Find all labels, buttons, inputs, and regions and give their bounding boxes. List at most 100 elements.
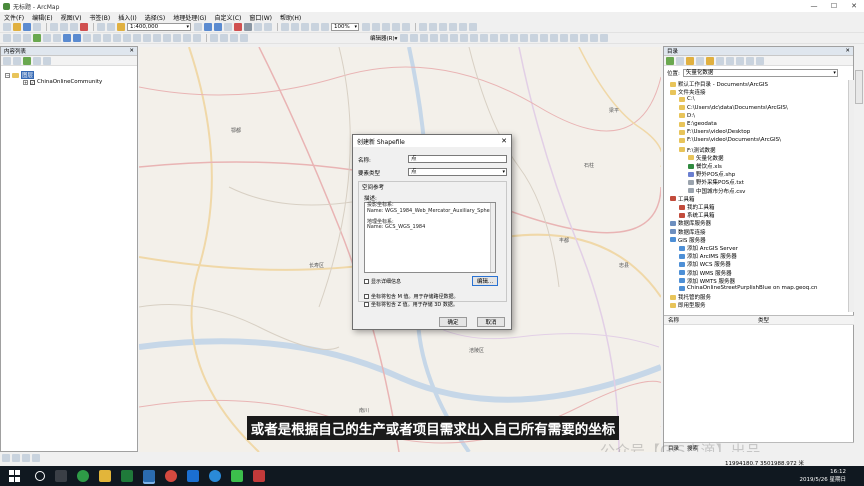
graphics-tool-icon[interactable] — [230, 34, 238, 42]
catalog-tool-2-icon[interactable] — [746, 56, 754, 65]
edit-tool-11-icon[interactable] — [500, 34, 509, 42]
description-textarea[interactable]: 投影坐标系: Name: WGS_1984_Web_Mercator_Auxil… — [364, 202, 496, 273]
draw-tool-5-icon[interactable] — [459, 23, 467, 31]
layout-tool-5-icon[interactable] — [321, 23, 329, 31]
add-data-icon[interactable] — [117, 23, 125, 31]
app-green-icon[interactable] — [231, 470, 243, 482]
minimize-button[interactable]: — — [804, 0, 824, 12]
task-view-icon[interactable] — [55, 470, 67, 482]
identify-icon[interactable] — [113, 34, 121, 42]
layout-tool-icon[interactable] — [220, 34, 228, 42]
chrome-icon[interactable] — [165, 470, 177, 482]
menu-edit[interactable]: 编辑(E) — [32, 13, 52, 22]
menu-insert[interactable]: 插入(I) — [118, 13, 136, 22]
edit-tool-7-icon[interactable] — [460, 34, 469, 42]
copy-icon[interactable] — [60, 23, 68, 31]
edit-tool-2-icon[interactable] — [410, 34, 419, 42]
feature-type-select[interactable]: 点 — [408, 168, 507, 176]
catalog-tree-item[interactable]: 餐饮点.xls — [688, 162, 722, 170]
save-icon[interactable] — [23, 23, 31, 31]
edit-tool-9-icon[interactable] — [480, 34, 489, 42]
draw-tool-4-icon[interactable] — [449, 23, 457, 31]
toc-window-icon[interactable] — [204, 23, 212, 31]
checkbox-box[interactable] — [364, 294, 369, 299]
back-extent-icon[interactable] — [63, 34, 71, 42]
edit-tool-1-icon[interactable] — [400, 34, 409, 42]
find-route-icon[interactable] — [163, 34, 171, 42]
catalog-tree-item[interactable]: C:\Users\dc\data\Documents\ArcGIS\ — [679, 105, 788, 111]
draw-tool-1-icon[interactable] — [419, 23, 427, 31]
catalog-tree-scrollbar[interactable] — [848, 80, 854, 312]
editor-menu[interactable]: 编辑器(R)▾ — [370, 34, 397, 42]
edit-tool-19-icon[interactable] — [580, 34, 589, 42]
print-icon[interactable] — [33, 23, 41, 31]
catalog-tree-item[interactable]: C:\ — [679, 96, 695, 102]
arctoolbox-icon[interactable] — [234, 23, 242, 31]
draw-tool-2-icon[interactable] — [429, 23, 437, 31]
edit-tool-5-icon[interactable] — [440, 34, 449, 42]
menu-geoprocessing[interactable]: 地理处理(G) — [173, 13, 206, 22]
catalog-tree-item[interactable]: 数据库服务器 — [670, 219, 711, 227]
pause-drawing-icon[interactable] — [32, 454, 40, 462]
edit-tool-12-icon[interactable] — [510, 34, 519, 42]
cancel-button[interactable]: 取消 — [477, 317, 505, 327]
catalog-tree-item[interactable]: 中国城市分布点.csv — [688, 187, 745, 195]
expand-icon[interactable]: + — [23, 79, 28, 85]
checkbox-box[interactable] — [364, 302, 369, 307]
app-red-icon[interactable] — [253, 470, 265, 482]
wechat-icon[interactable] — [77, 470, 89, 482]
delete-icon[interactable] — [80, 23, 88, 31]
view-options-icon[interactable] — [726, 56, 734, 65]
menu-selection[interactable]: 选择(S) — [145, 13, 166, 22]
z-values-checkbox[interactable]: 坐标将包含 Z 值。用于存储 3D 数据。 — [364, 301, 458, 308]
toc-layer-item[interactable]: + ✓ ChinaOnlineCommunity — [23, 79, 102, 85]
m-values-checkbox[interactable]: 坐标将包含 M 值。用于存储路径数据。 — [364, 293, 459, 300]
new-document-icon[interactable] — [3, 23, 11, 31]
clock[interactable]: 16:12 2019/5/26 星期日 — [800, 468, 846, 484]
collapse-icon[interactable]: − — [5, 72, 10, 78]
catalog-tree-item[interactable]: E:\geodata — [679, 121, 717, 127]
catalog-tree-item[interactable]: 即用型服务 — [670, 301, 706, 309]
catalog-tree-item[interactable]: GIS 服务器 — [670, 236, 706, 244]
layout-tool-7-icon[interactable] — [372, 23, 380, 31]
search-window-icon[interactable] — [224, 23, 232, 31]
edit-tool-17-icon[interactable] — [560, 34, 569, 42]
fixed-zoom-out-icon[interactable] — [53, 34, 61, 42]
list-by-selection-icon[interactable] — [33, 56, 41, 65]
dialog-close-button[interactable]: ✕ — [501, 137, 507, 145]
create-viewer-icon[interactable] — [193, 34, 201, 42]
description-scrollbar[interactable] — [490, 203, 495, 272]
side-dock-strip[interactable] — [855, 70, 863, 104]
checkbox-box[interactable] — [364, 279, 369, 284]
menu-help[interactable]: 帮助(H) — [280, 13, 301, 22]
scale-combo[interactable]: 1:400,000 — [127, 23, 191, 31]
edit-tool-21-icon[interactable] — [600, 34, 609, 42]
measure-icon[interactable] — [143, 34, 151, 42]
cut-icon[interactable] — [50, 23, 58, 31]
draw-tool-3-icon[interactable] — [439, 23, 447, 31]
pan-icon[interactable] — [23, 34, 31, 42]
refresh-icon[interactable] — [22, 454, 30, 462]
catalog-tree-item[interactable]: 默认工作目录 - Documents\ArcGIS — [670, 80, 768, 88]
model-builder-icon[interactable] — [254, 23, 262, 31]
data-view-icon[interactable] — [2, 454, 10, 462]
catalog-tree-item[interactable]: 我的工具箱 — [679, 203, 715, 211]
undo-icon[interactable] — [97, 23, 105, 31]
connect-folder-icon[interactable] — [706, 56, 714, 65]
georef-tool-icon[interactable] — [210, 34, 218, 42]
catalog-tree-item[interactable]: 添加 ArcIMS 服务器 — [679, 252, 737, 260]
python-window-icon[interactable] — [244, 23, 252, 31]
catalog-tree-item[interactable]: ChinaOnlineStreetPurplishBlue on map.geo… — [679, 285, 818, 291]
edit-tool-6-icon[interactable] — [450, 34, 459, 42]
edit-tool-16-icon[interactable] — [550, 34, 559, 42]
catalog-tree-item[interactable]: 野外采集POS点.txt — [688, 178, 744, 186]
layout-zoom-combo[interactable]: 100% — [331, 23, 359, 31]
layout-tool-9-icon[interactable] — [392, 23, 400, 31]
maximize-button[interactable]: ☐ — [824, 0, 844, 12]
edit-tool-4-icon[interactable] — [430, 34, 439, 42]
menu-view[interactable]: 视图(V) — [61, 13, 82, 22]
toc-close-button[interactable]: ✕ — [129, 48, 134, 54]
catalog-tree-item[interactable]: 矢量化数据 — [688, 154, 724, 162]
catalog-tree-item[interactable]: 添加 WMS 服务器 — [679, 269, 732, 277]
layout-tool-10-icon[interactable] — [402, 23, 410, 31]
